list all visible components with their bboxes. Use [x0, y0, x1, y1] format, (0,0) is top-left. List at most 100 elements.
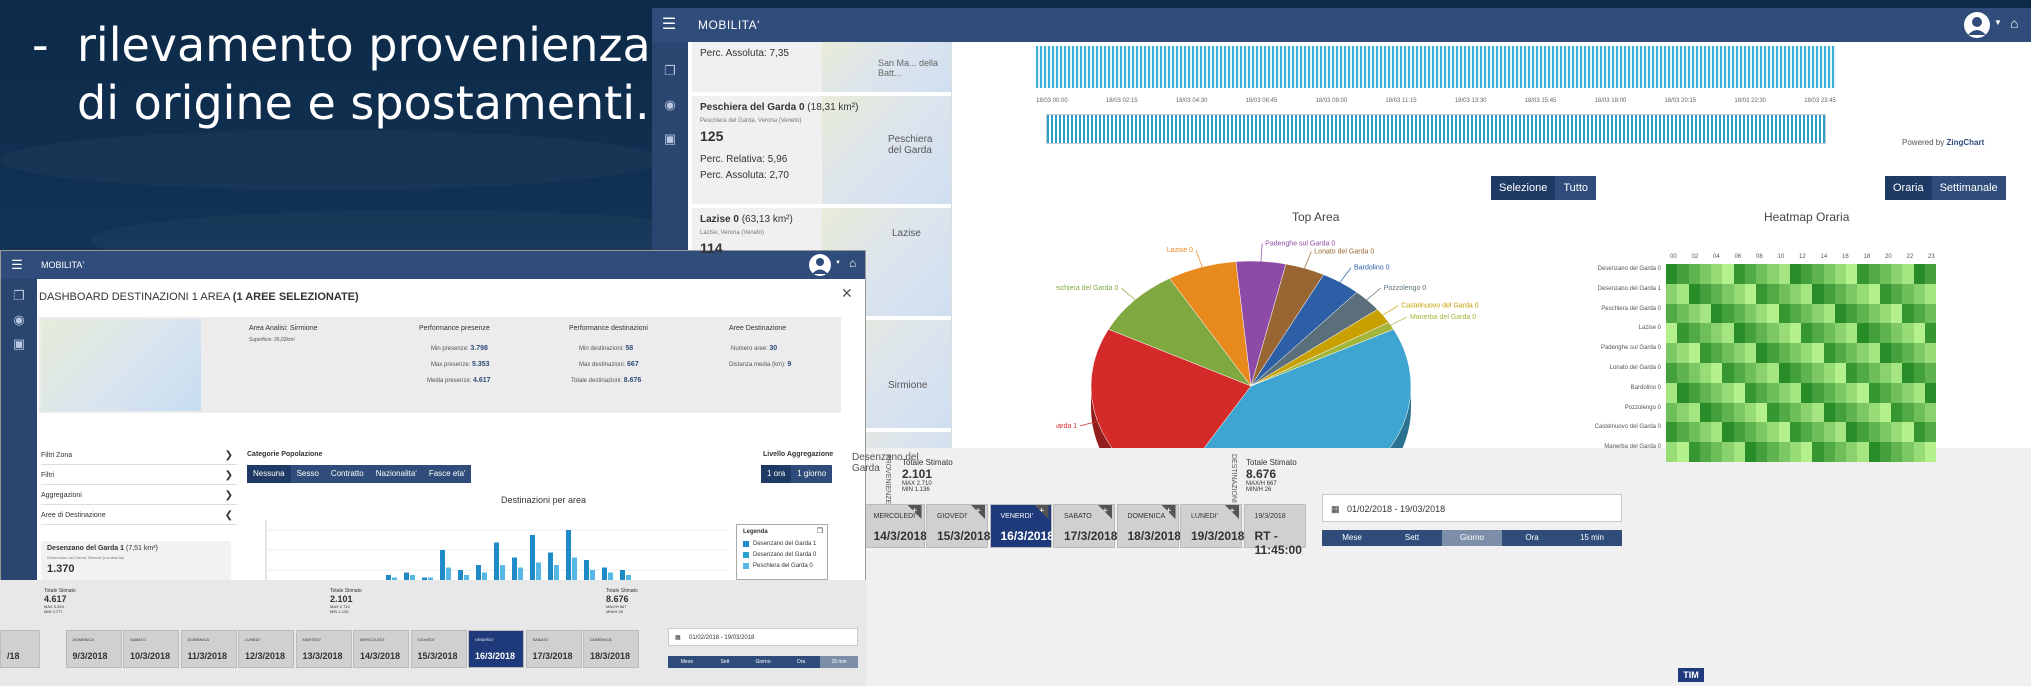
- category-1-button[interactable]: Sesso: [290, 465, 325, 483]
- period-2-button[interactable]: Giorno: [1442, 530, 1502, 546]
- filter-aggregazioni[interactable]: Aggregazioni ❯: [41, 487, 237, 505]
- heatmap-cell: [1801, 362, 1813, 383]
- bar: [548, 552, 553, 580]
- date-range-picker[interactable]: ▦ 01/02/2018 - 19/03/2018: [1322, 494, 1622, 522]
- tutto-button[interactable]: Tutto: [1555, 176, 1596, 200]
- day-tab[interactable]: SABATO 17/3/2018 +: [1053, 504, 1117, 548]
- area-map[interactable]: [41, 319, 201, 411]
- map-icon[interactable]: ▣: [661, 130, 679, 148]
- day-tab[interactable]: SABATO 10/3/2018: [123, 630, 179, 668]
- filter-aree-destinazione[interactable]: Aree di Destinazione ❮: [41, 507, 237, 525]
- copy-icon[interactable]: ❐: [661, 62, 679, 80]
- front-area-card[interactable]: Desenzano del Garda 1 (7,51 km²) Desenza…: [41, 541, 231, 585]
- period-0-button[interactable]: Mese: [668, 656, 706, 668]
- filter-zona[interactable]: Filtri Zona ❯: [41, 447, 237, 465]
- aggregation-0-button[interactable]: 1 ora: [761, 465, 792, 483]
- period-2-button[interactable]: Giorno: [744, 656, 782, 668]
- expand-icon[interactable]: ❐: [817, 527, 823, 535]
- category-0-button[interactable]: Nessuna: [247, 465, 291, 483]
- chevron-down-icon[interactable]: ▼: [1994, 18, 2002, 27]
- timeline-chart: 18/03 00:00 18/03 02:15 18/03 04:30 18/03 0…: [1036, 42, 1836, 152]
- day-tab[interactable]: MERCOLEDI' 14/3/2018 +: [862, 504, 927, 548]
- category-3-button[interactable]: Nazionalita': [369, 465, 423, 483]
- period-1-button[interactable]: Sett: [1382, 530, 1442, 546]
- heatmap-cell: [1913, 402, 1925, 423]
- day-tab[interactable]: DOMENICA 18/3/2018: [583, 630, 639, 668]
- stat-block: Totale Stimato 8.676 MAX/H 667 MIN/H 26: [1246, 458, 1297, 493]
- date-range-picker[interactable]: ▦ 01/02/2018 - 19/03/2018: [668, 628, 858, 646]
- day-tab[interactable]: MARTEDI' 13/3/2018: [295, 630, 352, 668]
- day-tab[interactable]: VENERDI' 16/3/2018: [468, 630, 524, 668]
- dashboard-title: DASHBOARD DESTINAZIONI 1 AREA (1 AREE SE…: [39, 291, 359, 303]
- heatmap-cell: [1666, 422, 1678, 443]
- category-4-button[interactable]: Fasce eta': [422, 465, 472, 483]
- timeline-scrollbar[interactable]: [1046, 114, 1826, 144]
- dashboard-icon[interactable]: ◉: [10, 311, 28, 329]
- plus-icon[interactable]: +: [971, 505, 985, 519]
- day-tab[interactable]: LUNEDI' 12/3/2018: [238, 630, 294, 668]
- day-tab[interactable]: DOMENICA 9/3/2018: [65, 630, 122, 668]
- day-tab[interactable]: DOMENICA 18/3/2018 +: [1116, 504, 1181, 548]
- chevron-down-icon[interactable]: ▼: [835, 260, 841, 266]
- period-3-button[interactable]: Ora: [782, 656, 820, 668]
- copy-icon[interactable]: ❐: [10, 287, 28, 305]
- heatmap-cell: [1677, 283, 1689, 304]
- area-card[interactable]: Perc. Assoluta: 7,35 San Ma... della Bat…: [692, 42, 951, 92]
- day-name: GIOVEDI': [937, 513, 968, 520]
- plus-icon[interactable]: +: [1034, 505, 1049, 519]
- heatmap-cell: [1801, 422, 1813, 443]
- period-4-button[interactable]: 15 min: [1562, 530, 1622, 546]
- heatmap-cell: [1688, 343, 1700, 363]
- home-icon[interactable]: ⌂: [849, 256, 856, 270]
- settimanale-button[interactable]: Settimanale: [1931, 176, 2006, 200]
- day-tab[interactable]: GIOVEDI' 15/3/2018 +: [926, 504, 990, 548]
- plus-icon[interactable]: +: [1098, 505, 1112, 519]
- period-3-button[interactable]: Ora: [1502, 530, 1562, 546]
- heatmap-col-label: 02: [1691, 254, 1699, 260]
- oraria-button[interactable]: Oraria: [1885, 176, 1932, 200]
- day-tab[interactable]: DOMENICA 11/3/2018: [180, 630, 237, 668]
- day-tab[interactable]: VENERDI' 16/3/2018 +: [989, 504, 1054, 548]
- heatmap-row-label: Lazise 0: [1638, 325, 1661, 332]
- heatmap-row-label: Manerba del Garda 0: [1604, 444, 1661, 451]
- heatmap-cell: [1879, 303, 1891, 324]
- heatmap-cell: [1857, 264, 1869, 284]
- period-0-button[interactable]: Mese: [1322, 530, 1382, 546]
- close-icon[interactable]: ✕: [841, 285, 853, 302]
- day-tab[interactable]: SABATO 17/3/2018: [525, 630, 582, 668]
- heatmap-cell: [1812, 422, 1824, 443]
- user-avatar-icon[interactable]: [809, 254, 831, 276]
- aggregation-1-button[interactable]: 1 giorno: [791, 465, 833, 483]
- map-icon[interactable]: ▣: [10, 335, 28, 353]
- day-date: 16/3/2018: [1000, 529, 1054, 543]
- day-tab[interactable]: MERCOLEDI' 14/3/2018: [353, 630, 409, 668]
- interval-toggle: Oraria Settimanale: [1885, 176, 2006, 200]
- day-tab[interactable]: 19/3/2018 RT - 11:45:00: [1243, 504, 1306, 557]
- timeline-tick: 18/03 20:15: [1664, 98, 1697, 104]
- user-avatar-icon[interactable]: [1964, 12, 1990, 38]
- dashboard-icon[interactable]: ◉: [661, 96, 679, 114]
- home-icon[interactable]: ⌂: [2010, 15, 2018, 31]
- heatmap-cell: [1722, 323, 1734, 344]
- heatmap-cell: [1846, 323, 1858, 344]
- heatmap-cell: [1812, 402, 1824, 423]
- timeline-bars: [1036, 46, 1836, 88]
- day-tab[interactable]: /18: [0, 630, 40, 668]
- bar: [458, 570, 463, 580]
- hamburger-icon[interactable]: ☰: [7, 255, 27, 275]
- tim-logo: TIM: [1678, 668, 1704, 682]
- hamburger-icon[interactable]: ☰: [658, 14, 680, 36]
- pie-label: Manerba del Garda 0: [1410, 314, 1476, 321]
- day-tab[interactable]: LUNEDI' 19/3/2018 +: [1180, 504, 1244, 548]
- day-tab[interactable]: GIOVEDI' 15/3/2018: [410, 630, 467, 668]
- filter-filtri[interactable]: Filtri ❯: [41, 467, 237, 485]
- heatmap-cell: [1879, 442, 1891, 462]
- category-2-button[interactable]: Contratto: [324, 465, 370, 483]
- period-1-button[interactable]: Sett: [706, 656, 744, 668]
- selezione-button[interactable]: Selezione: [1491, 176, 1556, 200]
- area-card[interactable]: Peschiera del Garda 0 (18,31 km²) Peschi…: [692, 96, 951, 204]
- heatmap-cell: [1857, 323, 1869, 344]
- plus-icon[interactable]: +: [1225, 505, 1239, 519]
- period-4-button[interactable]: 15 min: [820, 656, 858, 668]
- pie-label: Pozzolengo 0: [1384, 285, 1427, 292]
